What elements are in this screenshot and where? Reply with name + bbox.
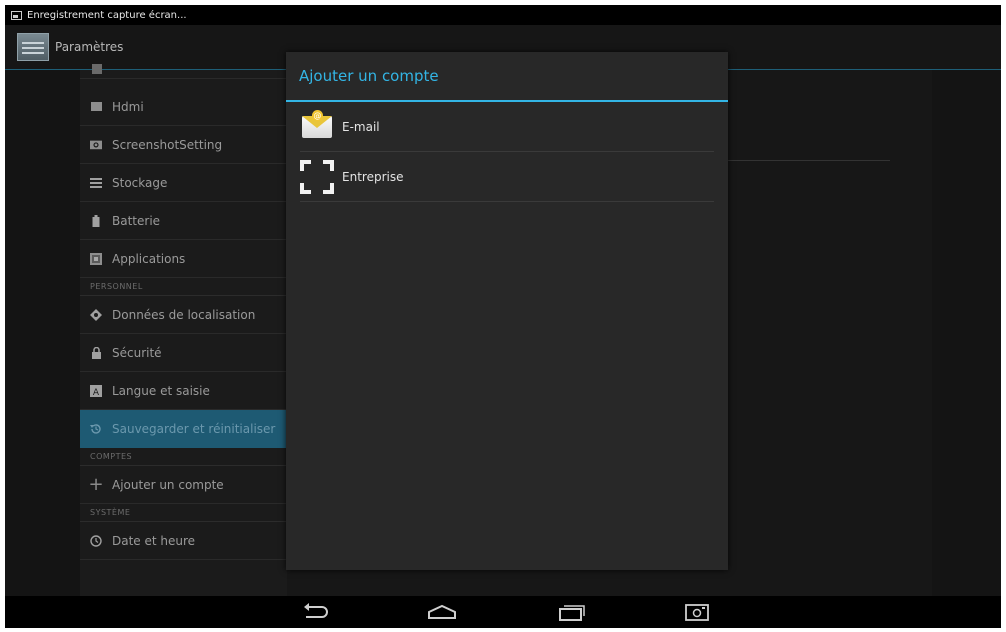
settings-item-label: Langue et saisie bbox=[112, 383, 210, 398]
android-screen: Enregistrement capture écran... Paramètr… bbox=[5, 5, 1001, 628]
settings-item-screenshot[interactable]: ScreenshotSetting bbox=[80, 126, 287, 164]
settings-item-label: Sauvegarder et réinitialiser bbox=[112, 422, 276, 436]
settings-item-label: Date et heure bbox=[112, 533, 196, 548]
settings-item-hdmi[interactable]: Hdmi bbox=[80, 88, 287, 126]
account-option-exchange[interactable]: Entreprise bbox=[300, 152, 714, 202]
section-header-personal: PERSONNEL bbox=[80, 278, 287, 296]
back-icon bbox=[304, 603, 328, 618]
svg-text:A: A bbox=[93, 388, 100, 397]
settings-item-label: Ajouter un compte bbox=[112, 477, 224, 492]
home-button[interactable] bbox=[422, 596, 462, 628]
settings-item-label: Batterie bbox=[112, 213, 161, 228]
settings-item-label: ScreenshotSetting bbox=[112, 137, 223, 152]
settings-item-location[interactable]: Données de localisation bbox=[80, 296, 287, 334]
action-bar-title: Paramètres bbox=[55, 40, 124, 54]
recents-icon bbox=[559, 605, 585, 621]
plus-icon: + bbox=[88, 474, 104, 495]
settings-item-battery[interactable]: Batterie bbox=[80, 202, 287, 240]
settings-item-applications[interactable]: Applications bbox=[80, 240, 287, 278]
exchange-icon bbox=[300, 159, 334, 194]
screenshot-notification-icon bbox=[11, 10, 22, 20]
section-header-accounts: COMPTES bbox=[80, 448, 287, 466]
keyboard-icon: A bbox=[90, 384, 102, 397]
settings-item-partial[interactable] bbox=[80, 64, 287, 79]
settings-item-label: Données de localisation bbox=[112, 307, 256, 322]
home-icon bbox=[428, 604, 456, 619]
status-bar: Enregistrement capture écran... bbox=[5, 5, 1001, 25]
settings-item-add-account[interactable]: + Ajouter un compte bbox=[80, 466, 287, 504]
account-option-email[interactable]: E-mail bbox=[300, 102, 714, 152]
add-account-dialog: Ajouter un compte E-mail Entreprise bbox=[286, 52, 728, 570]
status-notification-text: Enregistrement capture écran... bbox=[27, 9, 187, 21]
settings-item-label: Stockage bbox=[112, 175, 168, 190]
settings-item-security[interactable]: Sécurité bbox=[80, 334, 287, 372]
settings-app-icon[interactable] bbox=[17, 33, 49, 61]
screenshot-icon bbox=[685, 604, 709, 621]
dialog-title: Ajouter un compte bbox=[286, 52, 728, 102]
settings-item-label: Sécurité bbox=[112, 345, 162, 360]
storage-icon bbox=[90, 177, 102, 189]
settings-item-language[interactable]: A Langue et saisie bbox=[80, 372, 287, 410]
account-option-label: E-mail bbox=[342, 119, 380, 134]
apps-icon bbox=[90, 252, 102, 265]
email-icon bbox=[300, 109, 334, 144]
settings-item-storage[interactable]: Stockage bbox=[80, 164, 287, 202]
settings-item-date-time[interactable]: Date et heure bbox=[80, 522, 287, 560]
camera-icon bbox=[90, 139, 102, 151]
settings-item-label: Hdmi bbox=[112, 99, 144, 114]
battery-icon bbox=[90, 214, 102, 227]
lock-icon bbox=[90, 346, 102, 359]
section-header-system: SYSTÈME bbox=[80, 504, 287, 522]
location-icon bbox=[90, 308, 102, 321]
backup-icon bbox=[90, 423, 102, 435]
hdmi-icon bbox=[90, 101, 102, 113]
settings-item-label: Applications bbox=[112, 251, 186, 266]
navigation-bar bbox=[5, 596, 1001, 628]
settings-item-backup[interactable]: Sauvegarder et réinitialiser bbox=[80, 410, 287, 448]
recents-button[interactable] bbox=[551, 596, 591, 628]
screenshot-button[interactable] bbox=[677, 596, 717, 628]
clock-icon bbox=[90, 534, 102, 547]
account-option-label: Entreprise bbox=[342, 169, 404, 184]
back-button[interactable] bbox=[295, 596, 335, 628]
